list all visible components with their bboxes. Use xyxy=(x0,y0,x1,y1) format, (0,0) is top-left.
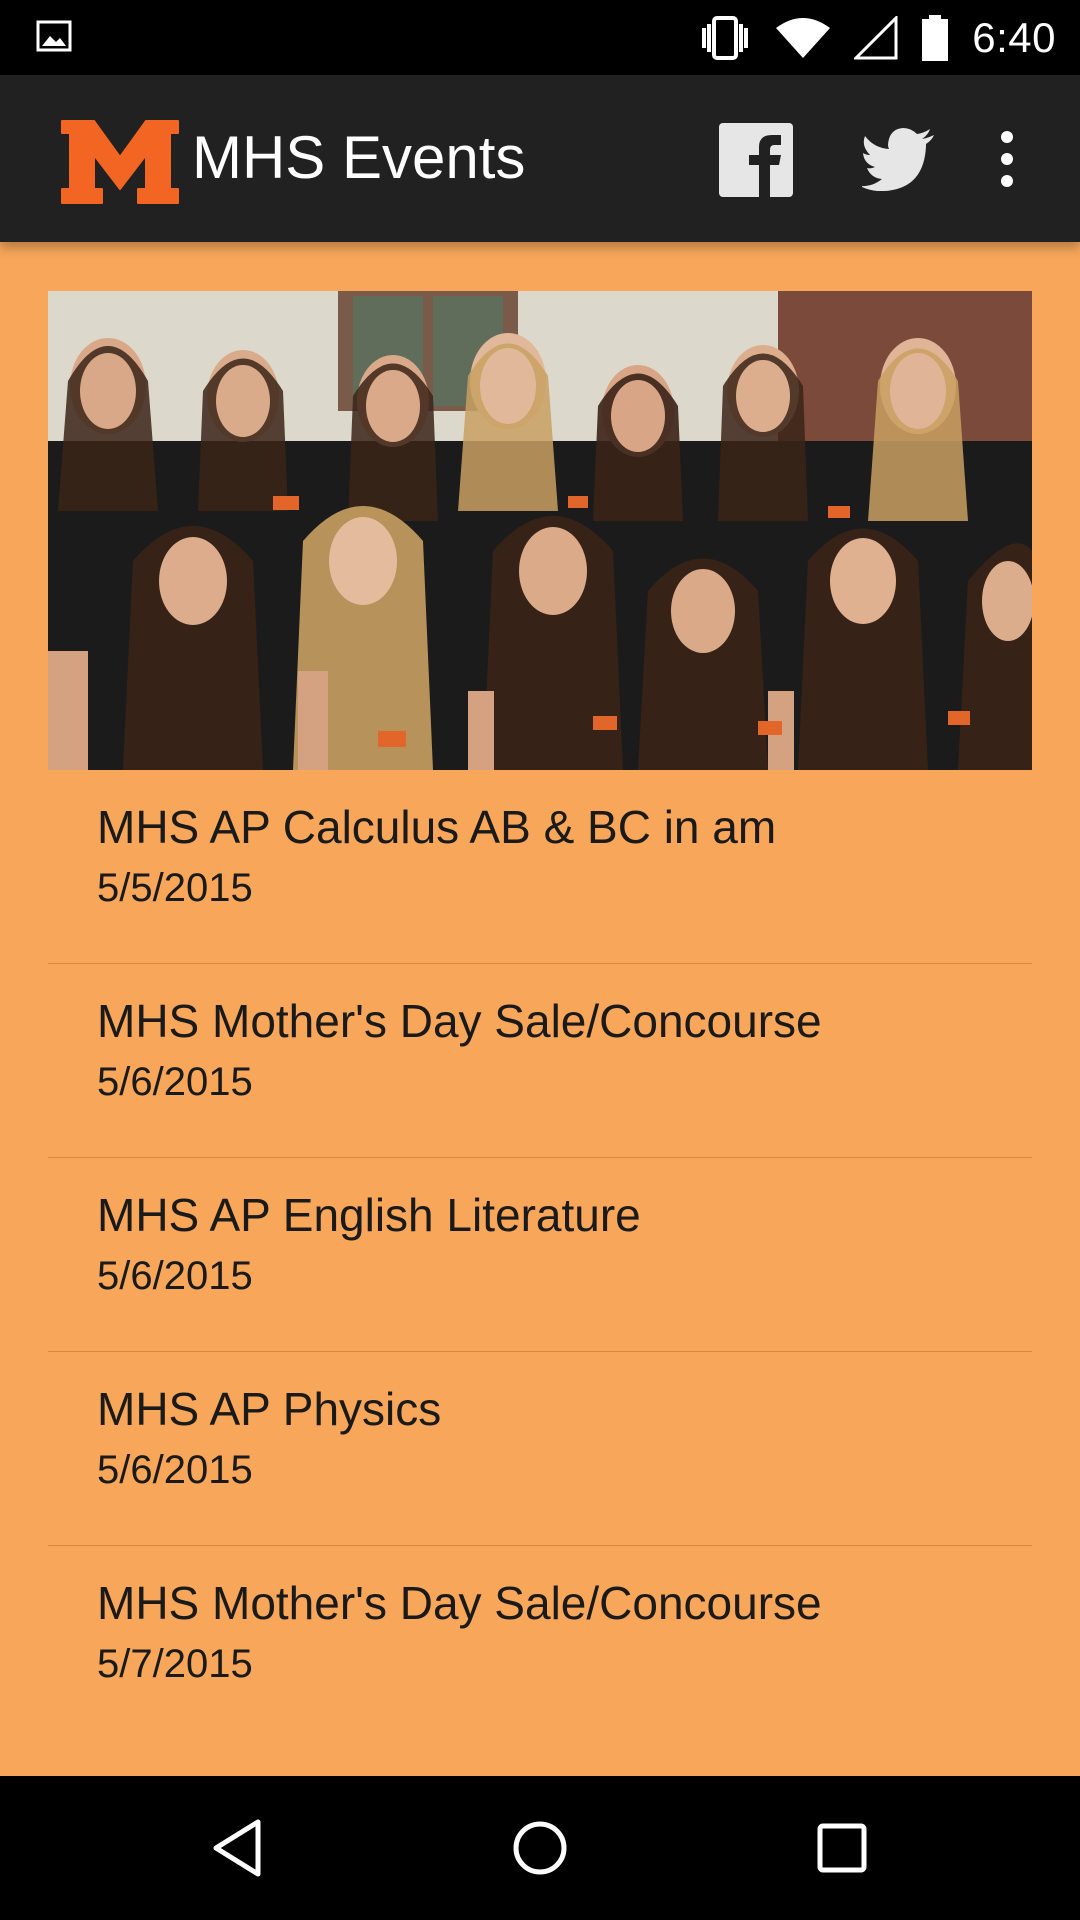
status-bar: 6:40 xyxy=(0,0,1080,75)
content: MHS AP Calculus AB & BC in am 5/5/2015 M… xyxy=(0,242,1080,1776)
event-date: 5/6/2015 xyxy=(97,1448,253,1492)
wifi-icon xyxy=(776,17,831,58)
event-title: MHS Mother's Day Sale/Concourse xyxy=(97,995,822,1047)
mhs-m-logo-icon xyxy=(61,120,179,204)
battery-icon xyxy=(922,14,949,61)
event-title: MHS AP Calculus AB & BC in am xyxy=(97,801,777,853)
event-date: 5/6/2015 xyxy=(97,1254,253,1298)
team-photo-illustration xyxy=(48,291,1032,770)
overflow-menu-icon[interactable] xyxy=(990,129,1024,189)
recents-icon[interactable] xyxy=(812,1816,872,1880)
back-icon[interactable] xyxy=(208,1816,268,1880)
event-title: MHS AP English Literature xyxy=(97,1189,641,1241)
home-icon[interactable] xyxy=(510,1816,570,1880)
app-bar: MHS Events xyxy=(0,75,1080,242)
facebook-icon[interactable] xyxy=(719,123,793,197)
event-date: 5/7/2015 xyxy=(97,1642,253,1686)
team-photo-image[interactable] xyxy=(48,291,1032,770)
event-list-item[interactable]: MHS Mother's Day Sale/Concourse 5/7/2015 xyxy=(48,1546,1032,1739)
event-date: 5/5/2015 xyxy=(97,866,253,910)
cell-signal-icon xyxy=(854,15,898,59)
event-list-item[interactable]: MHS AP Physics 5/6/2015 xyxy=(48,1352,1032,1546)
app-title: MHS Events xyxy=(192,124,526,191)
event-list: MHS AP Calculus AB & BC in am 5/5/2015 M… xyxy=(48,770,1032,1739)
vibrate-icon xyxy=(702,15,749,60)
system-nav-bar xyxy=(0,1776,1080,1920)
image-notification-icon xyxy=(36,20,72,52)
event-title: MHS Mother's Day Sale/Concourse xyxy=(97,1577,822,1629)
event-date: 5/6/2015 xyxy=(97,1060,253,1104)
event-title: MHS AP Physics xyxy=(97,1383,442,1435)
event-list-item[interactable]: MHS Mother's Day Sale/Concourse 5/6/2015 xyxy=(48,964,1032,1158)
event-list-item[interactable]: MHS AP Calculus AB & BC in am 5/5/2015 xyxy=(48,770,1032,964)
event-list-item[interactable]: MHS AP English Literature 5/6/2015 xyxy=(48,1158,1032,1352)
twitter-icon[interactable] xyxy=(862,127,936,191)
status-time: 6:40 xyxy=(972,13,1056,61)
